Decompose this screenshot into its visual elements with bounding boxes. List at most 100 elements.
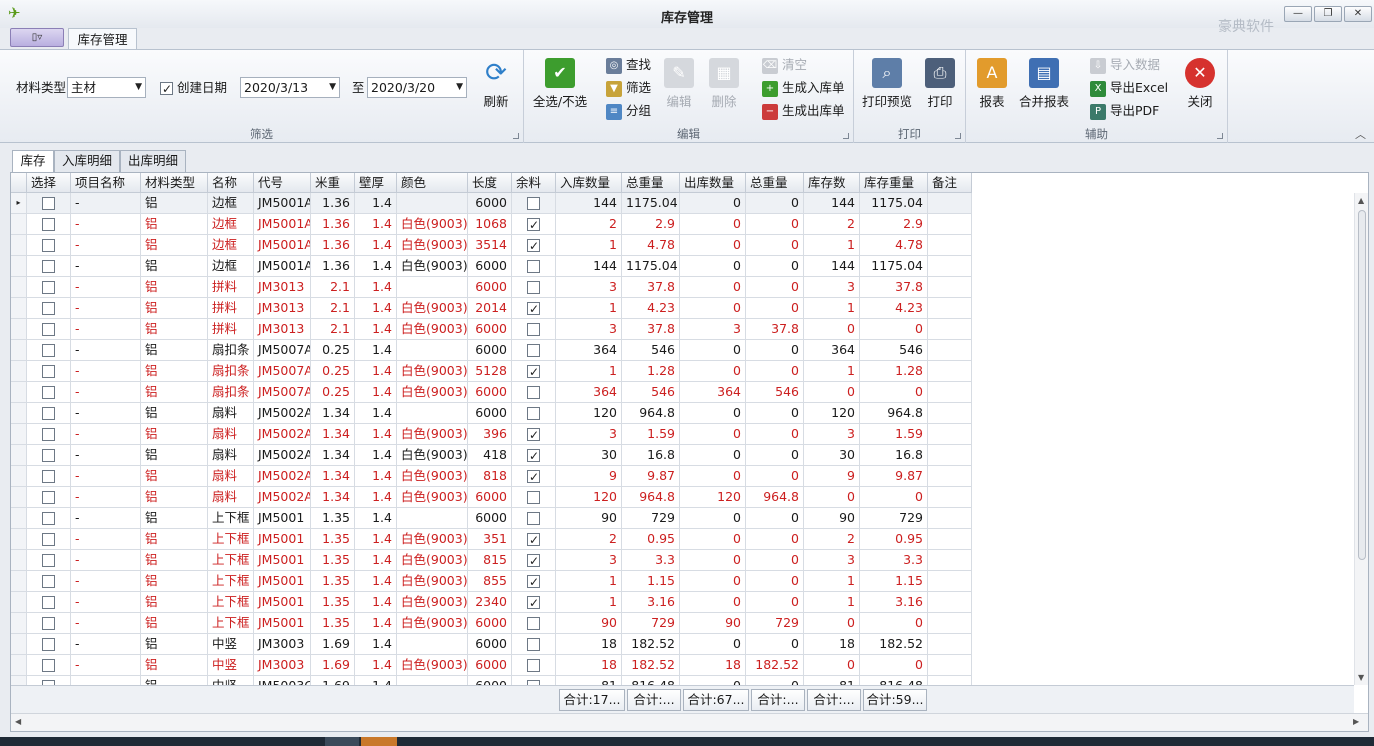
row-indicator[interactable] <box>11 550 27 571</box>
select-cell[interactable] <box>27 214 71 235</box>
scroll-down-icon[interactable]: ▼ <box>1358 673 1364 682</box>
scroll-right-icon[interactable]: ▶ <box>1353 717 1359 726</box>
select-cell[interactable] <box>27 676 71 685</box>
material-type-select[interactable]: 主材 ▼ <box>67 77 146 98</box>
table-row[interactable]: - 铝中竖 JM3003 1.69 1.4 6000 18 182.52 0 0 18 182.52 <box>11 634 972 655</box>
table-row[interactable]: - 铝边框 JM5001A 1.36 1.4 白色(9003) 6000 144 1175.04… <box>11 256 972 277</box>
table-row[interactable]: -铝边框JM5001A1.361.4白色(9003)351414.780014.… <box>11 235 972 256</box>
row-indicator[interactable] <box>11 676 27 685</box>
column-header-select[interactable]: 选择 <box>27 173 71 193</box>
taskbar-item[interactable] <box>325 737 359 746</box>
report-button[interactable]: A 报表 <box>976 58 1008 110</box>
select-cell[interactable] <box>27 592 71 613</box>
table-row[interactable]: -铝扇料JM5002A1.341.4白色(9003)81899.870099.8… <box>11 466 972 487</box>
column-header-length[interactable]: 长度 <box>468 173 512 193</box>
table-row[interactable]: - 铝扇扣条 JM5007A 0.25 1.4 6000 364 546 0 0 364 546 <box>11 340 972 361</box>
row-select-checkbox[interactable] <box>42 281 55 294</box>
tab-outbound-detail[interactable]: 出库明细 <box>120 150 186 172</box>
row-indicator[interactable] <box>11 634 27 655</box>
column-header-wall-thickness[interactable]: 壁厚 <box>355 173 397 193</box>
clear-button[interactable]: ⌫ 清空 <box>762 56 807 74</box>
table-row[interactable]: -铝扇料JM5002A1.341.4白色(9003)4183016.800301… <box>11 445 972 466</box>
scroll-thumb[interactable] <box>1358 210 1366 560</box>
dialog-launcher-icon[interactable] <box>513 133 519 139</box>
tab-inventory-management[interactable]: 库存管理 <box>68 28 137 50</box>
table-row[interactable]: - 铝上下框 JM5001 1.35 1.4 6000 90 729 0 0 90 729 <box>11 508 972 529</box>
dialog-launcher-icon[interactable] <box>955 133 961 139</box>
column-header-in-weight[interactable]: 总重量 <box>622 173 680 193</box>
taskbar-item[interactable] <box>361 737 397 746</box>
row-indicator[interactable] <box>11 256 27 277</box>
row-indicator[interactable] <box>11 361 27 382</box>
print-preview-button[interactable]: ⌕ 打印预览 <box>862 58 912 110</box>
row-select-checkbox[interactable] <box>42 218 55 231</box>
row-indicator[interactable] <box>11 424 27 445</box>
column-header-stock-qty[interactable]: 库存数 <box>804 173 860 193</box>
select-cell[interactable] <box>27 508 71 529</box>
generate-out-order-button[interactable]: − 生成出库单 <box>762 102 845 120</box>
column-header-out-qty[interactable]: 出库数量 <box>680 173 746 193</box>
select-cell[interactable] <box>27 634 71 655</box>
row-indicator[interactable] <box>11 214 27 235</box>
row-indicator[interactable] <box>11 613 27 634</box>
row-indicator[interactable] <box>11 298 27 319</box>
export-pdf-button[interactable]: P 导出PDF <box>1090 102 1159 120</box>
select-cell[interactable] <box>27 382 71 403</box>
column-header-note[interactable]: 备注 <box>928 173 972 193</box>
select-cell[interactable] <box>27 550 71 571</box>
row-select-checkbox[interactable] <box>42 659 55 672</box>
row-select-checkbox[interactable] <box>42 197 55 210</box>
table-row[interactable]: ▸ - 铝边框 JM5001A 1.36 1.4 6000 144 1175.04 0 0 144 11… <box>11 193 972 214</box>
close-button[interactable]: ✕ 关闭 <box>1184 58 1216 110</box>
row-select-checkbox[interactable] <box>42 386 55 399</box>
row-select-checkbox[interactable] <box>42 470 55 483</box>
select-cell[interactable] <box>27 340 71 361</box>
row-indicator[interactable] <box>11 655 27 676</box>
row-select-checkbox[interactable] <box>42 554 55 567</box>
row-select-checkbox[interactable] <box>42 407 55 420</box>
select-cell[interactable] <box>27 193 71 214</box>
generate-in-order-button[interactable]: + 生成入库单 <box>762 79 845 97</box>
collapse-ribbon-icon[interactable]: ︿ <box>1355 126 1366 142</box>
date-from-picker[interactable]: 2020/3/13 ▼ <box>240 77 340 98</box>
row-select-checkbox[interactable] <box>42 323 55 336</box>
select-cell[interactable] <box>27 655 71 676</box>
row-indicator[interactable] <box>11 445 27 466</box>
row-select-checkbox[interactable] <box>42 344 55 357</box>
select-cell[interactable] <box>27 403 71 424</box>
edit-button[interactable]: ✎ 编辑 <box>664 58 694 110</box>
table-row[interactable]: -铝扇扣条JM5007A0.251.4白色(9003)512811.280011… <box>11 361 972 382</box>
column-header-meter-weight[interactable]: 米重 <box>311 173 355 193</box>
table-row[interactable]: - 铝中竖 JM3003 1.69 1.4 白色(9003) 6000 18 182.52 18 1… <box>11 655 972 676</box>
column-header-remainder[interactable]: 余料 <box>512 173 556 193</box>
table-row[interactable]: -铝边框JM5001A1.361.4白色(9003)106822.90022.9 <box>11 214 972 235</box>
row-select-checkbox[interactable] <box>42 512 55 525</box>
table-row[interactable]: - 铝拼料 JM3013 2.1 1.4 白色(9003) 6000 3 37.8 3 37.8 0 0 <box>11 319 972 340</box>
select-cell[interactable] <box>27 487 71 508</box>
table-row[interactable]: -铝上下框JM50011.351.4白色(9003)85511.150011.1… <box>11 571 972 592</box>
vertical-scrollbar[interactable]: ▲ ▼ <box>1354 193 1368 685</box>
select-cell[interactable] <box>27 571 71 592</box>
row-select-checkbox[interactable] <box>42 491 55 504</box>
table-row[interactable]: -铝上下框JM50011.351.4白色(9003)81533.30033.3 <box>11 550 972 571</box>
dialog-launcher-icon[interactable] <box>843 133 849 139</box>
table-row[interactable]: -铝拼料JM30132.11.4白色(9003)201414.230014.23 <box>11 298 972 319</box>
row-indicator[interactable] <box>11 403 27 424</box>
row-select-checkbox[interactable] <box>42 638 55 651</box>
row-select-checkbox[interactable] <box>42 302 55 315</box>
scroll-up-icon[interactable]: ▲ <box>1358 196 1364 205</box>
select-cell[interactable] <box>27 361 71 382</box>
select-cell[interactable] <box>27 319 71 340</box>
row-select-checkbox[interactable] <box>42 596 55 609</box>
table-row[interactable]: -铝扇料JM5002A1.341.4白色(9003)39631.590031.5… <box>11 424 972 445</box>
restore-button[interactable]: ❐ <box>1314 6 1342 22</box>
table-row[interactable]: - 铝扇扣条 JM5007A 0.25 1.4 白色(9003) 6000 364 546 364… <box>11 382 972 403</box>
export-excel-button[interactable]: X 导出Excel <box>1090 79 1168 97</box>
select-all-button[interactable]: ✔ 全选/不选 <box>530 58 590 110</box>
column-header-out-weight[interactable]: 总重量 <box>746 173 804 193</box>
row-select-checkbox[interactable] <box>42 239 55 252</box>
row-indicator[interactable] <box>11 466 27 487</box>
select-cell[interactable] <box>27 466 71 487</box>
row-select-checkbox[interactable] <box>42 575 55 588</box>
select-cell[interactable] <box>27 298 71 319</box>
